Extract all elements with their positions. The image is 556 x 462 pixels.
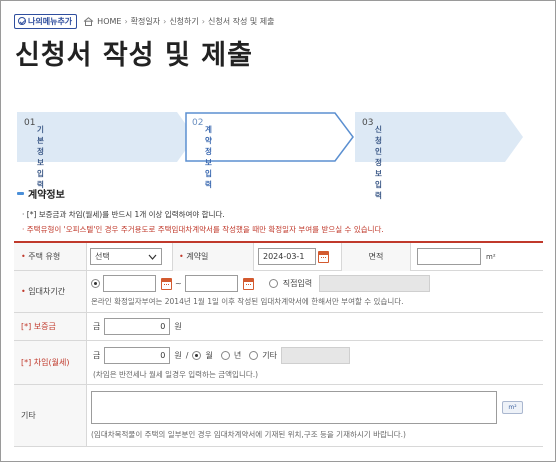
- breadcrumb-home[interactable]: HOME: [97, 17, 121, 26]
- step-3-number: 03: [362, 118, 374, 128]
- etc-help: (임대차목적물이 주택의 일부분인 경우 임대차계약서에 기재된 위치,구조 등…: [91, 430, 406, 439]
- rent-unit: 원: [174, 351, 182, 360]
- home-icon: [83, 16, 94, 26]
- deposit-prefix: 금: [93, 322, 101, 331]
- contract-form: • 주택 유형 선택 • 계약일 2024-03-1 면적 m² • 임대차기간: [14, 241, 543, 447]
- step-3-shape: [355, 112, 523, 162]
- area-unit: m²: [486, 252, 496, 261]
- breadcrumb-separator-icon: ›: [201, 16, 205, 26]
- lease-start-input[interactable]: [103, 275, 156, 292]
- etc-label: 기타: [14, 385, 87, 446]
- note-required-amount: · [*] 보증금과 차임(월세)를 반드시 1개 이상 입력하여야 합니다.: [22, 210, 225, 219]
- note-officetel: · 주택유형이 '오피스텔'인 경우 주거용도로 주택임대차계약서를 작성했을 …: [22, 225, 384, 234]
- breadcrumb-item-apply[interactable]: 신청하기: [169, 16, 198, 27]
- rent-yearly-radio[interactable]: [220, 351, 230, 360]
- check-circle-icon: [18, 17, 26, 25]
- rent-other-label: 기타: [262, 351, 277, 360]
- rent-help: (차임은 반전세나 월세 일경우 입력하는 금액입니다.): [93, 370, 259, 379]
- row-etc: 기타 m² (임대차목적물이 주택의 일부분인 경우 임대차계약서에 기재된 위…: [14, 385, 543, 447]
- rent-monthly-label: 월: [205, 351, 213, 360]
- contract-date-label: • 계약일: [172, 242, 254, 271]
- step-2-number: 02: [192, 118, 204, 128]
- deposit-unit: 원: [174, 322, 182, 331]
- rent-other-radio[interactable]: [249, 351, 259, 360]
- step-3-label: 신청인정보 입력: [375, 125, 382, 200]
- contract-date-input[interactable]: 2024-03-1: [258, 248, 316, 265]
- step-1-shape: [17, 112, 195, 162]
- page-title: 신청서 작성 및 제출: [15, 40, 253, 71]
- lease-direct-input[interactable]: [319, 275, 431, 292]
- section-bullet-icon: [17, 192, 24, 195]
- tilde: ~: [175, 279, 182, 288]
- row-lease-period: • 임대차기간 ~ 직접입력 온라인 확정일자부여는 2014년 1월 1일 이…: [14, 271, 543, 313]
- row-house-type: • 주택 유형 선택 • 계약일 2024-03-1 면적 m²: [14, 242, 543, 271]
- step-1-number: 01: [24, 118, 36, 128]
- lease-end-input[interactable]: [184, 275, 238, 292]
- rent-input[interactable]: 0: [104, 347, 171, 364]
- rent-label: [*] 차임(월세): [14, 341, 87, 384]
- house-type-select[interactable]: 선택: [90, 248, 162, 265]
- house-type-select-value: 선택: [95, 252, 110, 261]
- step-indicator: 01 기본정보 입력 02 계약정보 입력 03 신청인정보 입력: [17, 112, 537, 200]
- rent-slash: /: [185, 351, 189, 360]
- deposit-input[interactable]: 0: [104, 318, 171, 335]
- rent-other-input[interactable]: [280, 347, 350, 364]
- step-2-label: 계약정보 입력: [205, 125, 212, 189]
- calendar-icon[interactable]: [161, 277, 172, 290]
- add-my-menu-label: 나의메뉴추가: [28, 16, 73, 26]
- rent-prefix: 금: [93, 351, 101, 360]
- lease-period-direct-radio[interactable]: [268, 279, 278, 288]
- deposit-label: [*] 보증금: [14, 313, 87, 340]
- lease-period-calendar-radio[interactable]: [91, 279, 100, 288]
- calendar-icon[interactable]: [242, 277, 254, 290]
- breadcrumb-item-current: 신청서 작성 및 제출: [207, 16, 275, 26]
- step-1-label: 기본정보 입력: [37, 125, 44, 189]
- breadcrumb-item-confirm-date[interactable]: 확정일자: [131, 16, 160, 27]
- area-input[interactable]: [417, 248, 481, 265]
- house-type-label: • 주택 유형: [14, 243, 87, 270]
- breadcrumb-separator-icon: ›: [163, 16, 167, 26]
- m2-convert-button[interactable]: m²: [502, 401, 523, 414]
- calendar-icon[interactable]: [318, 250, 329, 263]
- direct-input-label: 직접입력: [282, 279, 313, 288]
- section-title: 계약정보: [17, 186, 65, 201]
- notes: · [*] 보증금과 차임(월세)를 반드시 1개 이상 입력하여야 합니다. …: [22, 207, 384, 237]
- row-rent: [*] 차임(월세) 금 0 원 / 월 년 기타 (차임은 반전세나 월세 일…: [14, 341, 543, 385]
- top-bar: 나의메뉴추가 HOME › 확정일자 › 신청하기 › 신청서 작성 및 제출: [14, 13, 274, 29]
- breadcrumb: HOME › 확정일자 › 신청하기 › 신청서 작성 및 제출: [83, 16, 274, 27]
- required-mark: •: [21, 252, 29, 261]
- add-my-menu-button[interactable]: 나의메뉴추가: [14, 13, 78, 29]
- area-label: 면적: [341, 242, 411, 271]
- rent-yearly-label: 년: [233, 351, 242, 360]
- row-deposit: [*] 보증금 금 0 원: [14, 313, 543, 341]
- rent-monthly-radio[interactable]: [192, 351, 202, 360]
- section-title-text: 계약정보: [28, 190, 65, 201]
- lease-period-label: • 임대차기간: [14, 271, 87, 312]
- etc-textarea[interactable]: [91, 391, 497, 424]
- breadcrumb-separator-icon: ›: [124, 16, 128, 26]
- chevron-down-icon: [148, 254, 157, 260]
- lease-period-help: 온라인 확정일자부여는 2014년 1월 1일 이후 작성된 임대차계약서에 한…: [91, 297, 404, 306]
